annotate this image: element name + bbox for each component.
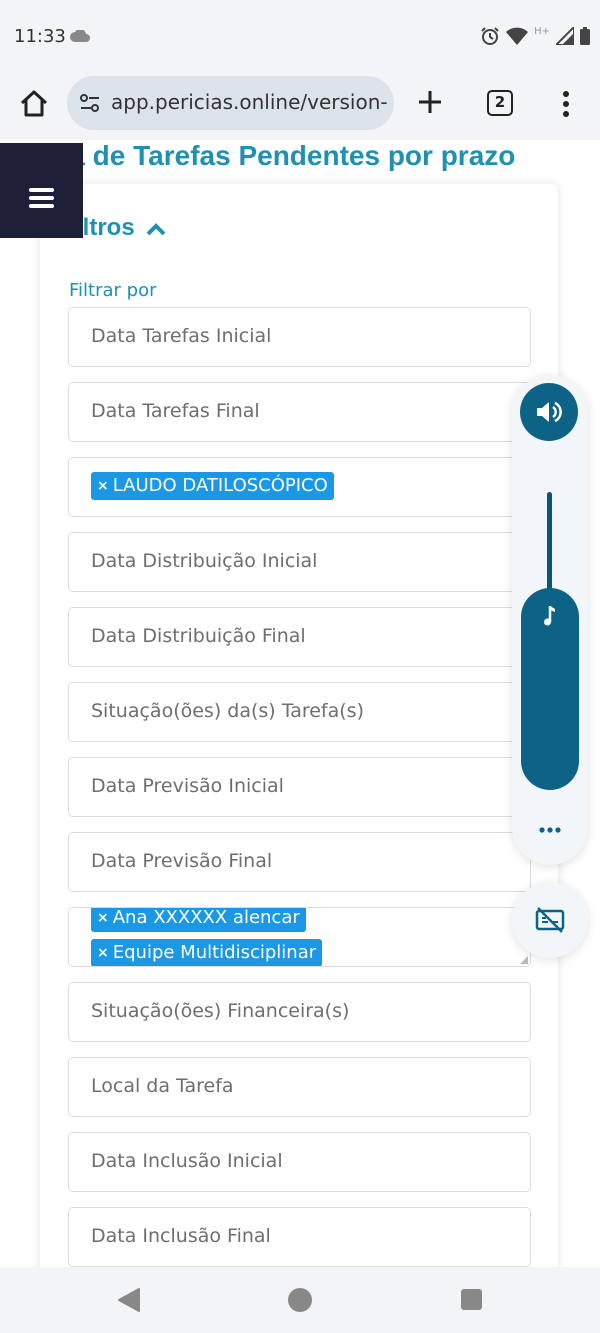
- hamburger-line: [29, 196, 54, 200]
- site-settings-icon[interactable]: [79, 92, 101, 114]
- web-page: ta de Tarefas Pendentes por prazo iltros…: [0, 140, 600, 1267]
- tab-switcher-button[interactable]: 2: [487, 90, 513, 116]
- selected-tag: × LAUDO DATILOSCÓPICO: [91, 472, 334, 500]
- field-placeholder: Data Distribuição Inicial: [91, 550, 318, 572]
- home-icon[interactable]: [18, 88, 50, 120]
- field-placeholder: Data Inclusão Inicial: [91, 1150, 283, 1172]
- address-bar[interactable]: app.pericias.online/version-: [67, 76, 394, 130]
- recents-icon[interactable]: [461, 1289, 482, 1310]
- hamburger-line: [29, 188, 54, 192]
- page-title: ta de Tarefas Pendentes por prazo: [60, 140, 516, 171]
- selected-tag: × Equipe Multidisciplinar: [91, 939, 323, 966]
- battery-icon: [580, 27, 590, 45]
- tag-remove-icon[interactable]: ×: [97, 939, 109, 966]
- tag-label: Ana XXXXXX alencar: [112, 907, 300, 928]
- field-placeholder: Situação(ões) da(s) Tarefa(s): [91, 700, 364, 722]
- field-placeholder: Data Tarefas Inicial: [91, 325, 272, 347]
- situacoes-financeiras-select[interactable]: Situação(ões) Financeira(s): [68, 982, 531, 1042]
- system-nav-bar: [0, 1267, 600, 1333]
- tipo-multiselect[interactable]: × LAUDO DATILOSCÓPICO: [68, 457, 531, 517]
- nav-home-icon[interactable]: [288, 1288, 312, 1312]
- data-previsao-inicial-field[interactable]: Data Previsão Inicial: [68, 757, 531, 817]
- volume-button[interactable]: [520, 383, 578, 441]
- more-horiz-icon[interactable]: [538, 820, 562, 840]
- field-placeholder: Data Previsão Final: [91, 850, 273, 872]
- situacoes-tarefas-select[interactable]: Situação(ões) da(s) Tarefa(s): [68, 682, 531, 742]
- field-placeholder: Data Previsão Inicial: [91, 775, 284, 797]
- resize-grip-icon[interactable]: [520, 956, 528, 964]
- volume-track[interactable]: [547, 492, 552, 592]
- field-placeholder: Local da Tarefa: [91, 1075, 234, 1097]
- field-placeholder: Data Inclusão Final: [91, 1225, 271, 1247]
- captions-off-icon[interactable]: [535, 906, 565, 934]
- filters-toggle[interactable]: iltros: [76, 214, 167, 242]
- chevron-up-icon: [146, 222, 166, 236]
- music-note-icon: [544, 606, 555, 626]
- tag-label: Equipe Multidisciplinar: [112, 942, 317, 963]
- tag-remove-icon[interactable]: ×: [97, 472, 109, 500]
- data-tarefas-final-field[interactable]: Data Tarefas Final: [68, 382, 531, 442]
- local-tarefa-field[interactable]: Local da Tarefa: [68, 1057, 531, 1117]
- signal-icon: [556, 27, 574, 45]
- data-distribuicao-inicial-field[interactable]: Data Distribuição Inicial: [68, 532, 531, 592]
- field-placeholder: Data Distribuição Final: [91, 625, 306, 647]
- tag-label: LAUDO DATILOSCÓPICO: [112, 475, 328, 496]
- data-inclusao-final-field[interactable]: Data Inclusão Final: [68, 1207, 531, 1267]
- data-previsao-final-field[interactable]: Data Previsão Final: [68, 832, 531, 892]
- field-placeholder: Situação(ões) Financeira(s): [91, 1000, 350, 1022]
- data-distribuicao-final-field[interactable]: Data Distribuição Final: [68, 607, 531, 667]
- media-volume-slider[interactable]: [521, 588, 579, 790]
- hamburger-line: [29, 204, 54, 208]
- url-text: app.pericias.online/version-: [111, 90, 388, 114]
- status-icons: H+: [480, 24, 590, 48]
- tag-remove-icon[interactable]: ×: [97, 908, 109, 932]
- network-type: H+: [534, 25, 550, 37]
- status-bar: 11:33 H+: [0, 0, 600, 74]
- filters-heading: iltros: [76, 214, 135, 241]
- alarm-icon: [481, 27, 499, 45]
- browser-toolbar: app.pericias.online/version- 2: [0, 74, 600, 140]
- selected-tag: × Ana XXXXXX alencar: [91, 907, 306, 932]
- data-tarefas-inicial-field[interactable]: Data Tarefas Inicial: [68, 307, 531, 367]
- field-placeholder: Data Tarefas Final: [91, 400, 260, 422]
- data-inclusao-inicial-field[interactable]: Data Inclusão Inicial: [68, 1132, 531, 1192]
- wifi-icon: [506, 27, 529, 45]
- more-vert-icon[interactable]: [558, 90, 574, 118]
- volume-icon: [537, 401, 562, 423]
- back-icon[interactable]: [117, 1287, 141, 1313]
- cloud-icon: [70, 30, 90, 42]
- plus-icon[interactable]: [416, 88, 444, 116]
- status-time: 11:33: [14, 26, 66, 47]
- hamburger-icon[interactable]: [0, 143, 83, 238]
- responsavel-multiselect[interactable]: × Ana XXXXXX alencar × Equipe Multidisci…: [68, 907, 531, 967]
- filter-by-label: Filtrar por: [69, 280, 157, 301]
